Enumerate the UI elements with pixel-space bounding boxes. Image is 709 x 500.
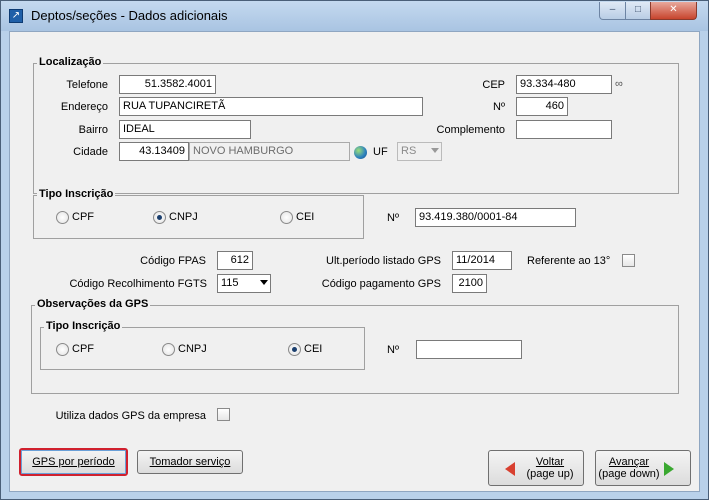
voltar-shortcut: (page up) <box>526 468 574 480</box>
obs-tipo-inscricao-title: Tipo Inscrição <box>44 320 123 332</box>
cep-label: CEP <box>482 79 505 91</box>
binoculars-icon[interactable]: ∞ <box>615 78 623 90</box>
title-bar[interactable]: ↗ Deptos/seções - Dados adicionais – □ ✕ <box>1 1 708 31</box>
bairro-field[interactable]: IDEAL <box>119 120 251 139</box>
app-arrow-icon: ↗ <box>9 9 23 23</box>
gps-por-periodo-label: GPS por período <box>32 456 115 468</box>
bairro-label: Bairro <box>78 124 108 136</box>
localizacao-title: Localização <box>37 56 104 68</box>
inscricao-numero-field[interactable]: 93.419.380/0001-84 <box>415 208 576 227</box>
globe-icon[interactable] <box>354 146 367 159</box>
radio-cei-dot <box>280 211 293 224</box>
recolhimento-label: Código Recolhimento FGTS <box>69 278 207 290</box>
gps-por-periodo-button[interactable]: GPS por período <box>19 448 128 476</box>
ult-periodo-field[interactable]: 11/2014 <box>452 251 512 270</box>
pagamento-label: Código pagamento GPS <box>321 278 441 290</box>
radio-cpf-dot <box>56 211 69 224</box>
obs-radio-cpf[interactable]: CPF <box>56 343 106 357</box>
endereco-label: Endereço <box>60 101 108 113</box>
voltar-text: Voltar (page up) <box>517 456 583 480</box>
window-title: Deptos/seções - Dados adicionais <box>31 8 228 23</box>
utiliza-dados-label: Utiliza dados GPS da empresa <box>55 410 206 422</box>
tomador-servico-button[interactable]: Tomador serviço <box>137 450 243 474</box>
endereco-field[interactable]: RUA TUPANCIRETÃ <box>119 97 423 116</box>
radio-cpf[interactable]: CPF <box>56 211 106 225</box>
inscricao-numero-label: Nº <box>387 212 399 224</box>
recolhimento-value: 115 <box>221 277 239 289</box>
radio-cnpj[interactable]: CNPJ <box>153 211 213 225</box>
referente13-checkbox[interactable] <box>622 254 635 267</box>
dialog-window: ↗ Deptos/seções - Dados adicionais – □ ✕… <box>0 0 709 500</box>
cidade-label: Cidade <box>73 146 108 158</box>
recolhimento-select[interactable]: 115 <box>217 274 271 293</box>
avancar-button[interactable]: Avançar (page down) <box>595 450 691 486</box>
fpas-field[interactable]: 612 <box>217 251 253 270</box>
numero-field[interactable]: 460 <box>516 97 568 116</box>
uf-value: RS <box>401 145 417 157</box>
arrow-right-icon <box>664 462 674 476</box>
voltar-label: Voltar <box>535 456 565 468</box>
telefone-label: Telefone <box>66 79 108 91</box>
arrow-left-icon <box>505 462 515 476</box>
chevron-down-icon <box>431 148 439 153</box>
chevron-down-icon <box>260 280 268 285</box>
close-button[interactable]: ✕ <box>650 2 697 20</box>
obs-radio-cei-label: CEI <box>304 343 323 355</box>
cidade-codigo-field[interactable]: 43.13409 <box>119 142 189 161</box>
complemento-field[interactable] <box>516 120 612 139</box>
obs-radio-cnpj-label: CNPJ <box>178 343 207 355</box>
radio-cpf-label: CPF <box>72 211 94 223</box>
fpas-label: Código FPAS <box>140 255 206 267</box>
obs-numero-field[interactable] <box>416 340 522 359</box>
cidade-nome-field: NOVO HAMBURGO <box>189 142 350 161</box>
radio-cei[interactable]: CEI <box>280 211 330 225</box>
tomador-servico-label: Tomador serviço <box>149 456 231 468</box>
cep-field[interactable]: 93.334-480 <box>516 75 612 94</box>
voltar-button[interactable]: Voltar (page up) <box>488 450 584 486</box>
obs-radio-cei[interactable]: CEI <box>288 343 338 357</box>
tipo-inscricao-title: Tipo Inscrição <box>37 188 116 200</box>
obs-radio-cei-dot <box>288 343 301 356</box>
observacoes-title: Observações da GPS <box>35 298 151 310</box>
minimize-button[interactable]: – <box>599 2 626 20</box>
ult-periodo-label: Ult.período listado GPS <box>326 255 441 267</box>
obs-radio-cpf-dot <box>56 343 69 356</box>
maximize-button[interactable]: □ <box>625 2 651 20</box>
telefone-field[interactable]: 51.3582.4001 <box>119 75 216 94</box>
obs-numero-label: Nº <box>387 344 399 356</box>
referente13-label: Referente ao 13° <box>527 255 611 267</box>
numero-label: Nº <box>493 101 505 113</box>
dialog-content: Localização Telefone 51.3582.4001 CEP 93… <box>9 31 700 492</box>
complemento-label: Complemento <box>436 124 505 136</box>
uf-select[interactable]: RS <box>397 142 442 161</box>
pagamento-field[interactable]: 2100 <box>452 274 487 293</box>
avancar-shortcut: (page down) <box>598 468 660 480</box>
avancar-text: Avançar (page down) <box>596 456 662 480</box>
radio-cnpj-label: CNPJ <box>169 211 198 223</box>
utiliza-dados-checkbox[interactable] <box>217 408 230 421</box>
obs-radio-cnpj-dot <box>162 343 175 356</box>
uf-label: UF <box>373 146 388 158</box>
avancar-label: Avançar <box>608 456 650 468</box>
obs-radio-cnpj[interactable]: CNPJ <box>162 343 222 357</box>
radio-cei-label: CEI <box>296 211 315 223</box>
obs-radio-cpf-label: CPF <box>72 343 94 355</box>
radio-cnpj-dot <box>153 211 166 224</box>
